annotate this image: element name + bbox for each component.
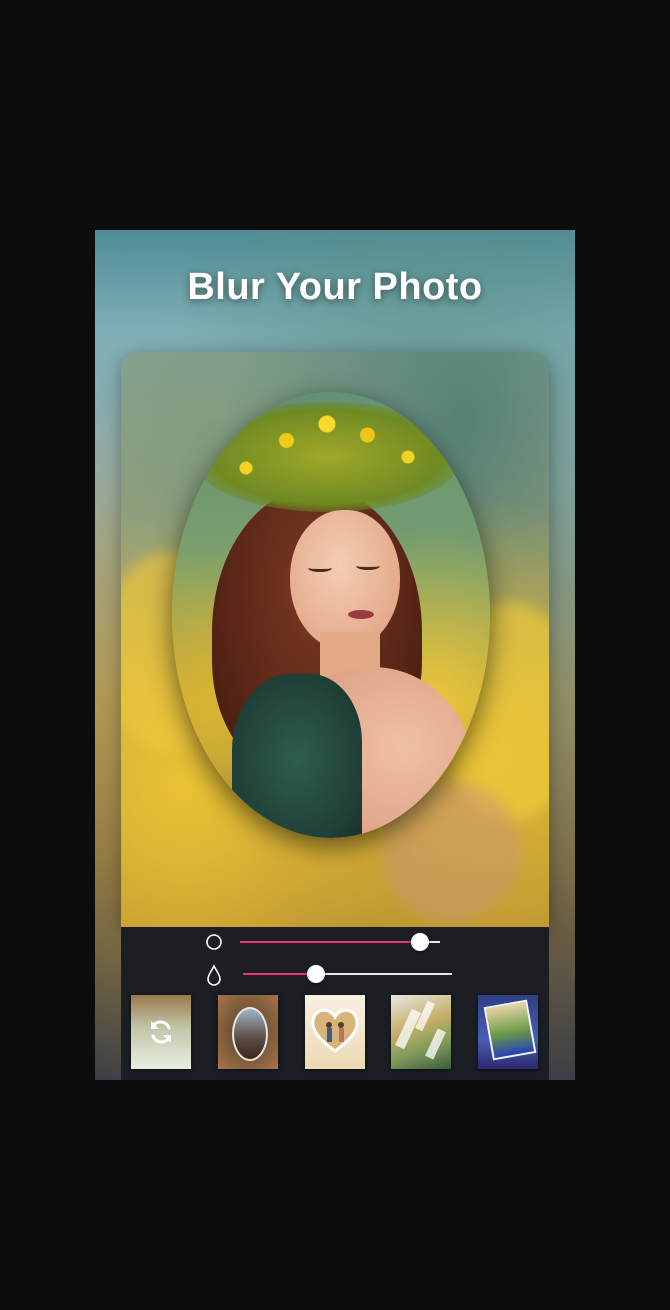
blur-radius-slider[interactable] <box>240 933 440 951</box>
effect-thumbnail-strip <box>131 995 541 1069</box>
oval-frame-preview <box>232 1007 268 1061</box>
heart-icon <box>311 1008 359 1053</box>
thumbnail-refresh[interactable] <box>131 995 191 1069</box>
tilted-photo-preview <box>483 999 537 1061</box>
flower-crown <box>192 402 462 512</box>
thumbnail-splash-effect[interactable] <box>391 995 451 1069</box>
page-title: Blur Your Photo <box>187 266 483 308</box>
subject-dress <box>232 674 362 838</box>
blur-intensity-slider-thumb[interactable] <box>307 965 326 983</box>
blur-intensity-slider-fill <box>243 973 317 975</box>
oval-focus-frame[interactable] <box>172 392 490 838</box>
subject-face <box>290 510 400 650</box>
thumbnail-heart-frame[interactable] <box>305 995 365 1069</box>
blur-radius-slider-fill <box>240 941 420 943</box>
blur-radius-slider-row <box>121 930 549 954</box>
circle-icon <box>205 932 223 952</box>
droplet-icon <box>205 964 223 986</box>
thumbnail-tilted-photo[interactable] <box>478 995 538 1069</box>
app-screen: Blur Your Photo <box>95 230 575 1080</box>
blur-intensity-slider[interactable] <box>243 965 452 983</box>
blur-controls-panel <box>121 927 549 1080</box>
refresh-icon <box>151 1020 171 1044</box>
photo-preview[interactable] <box>121 352 549 927</box>
thumbnail-oval-frame[interactable] <box>218 995 278 1069</box>
blur-intensity-slider-row <box>121 962 549 986</box>
blur-radius-slider-thumb[interactable] <box>411 933 429 951</box>
